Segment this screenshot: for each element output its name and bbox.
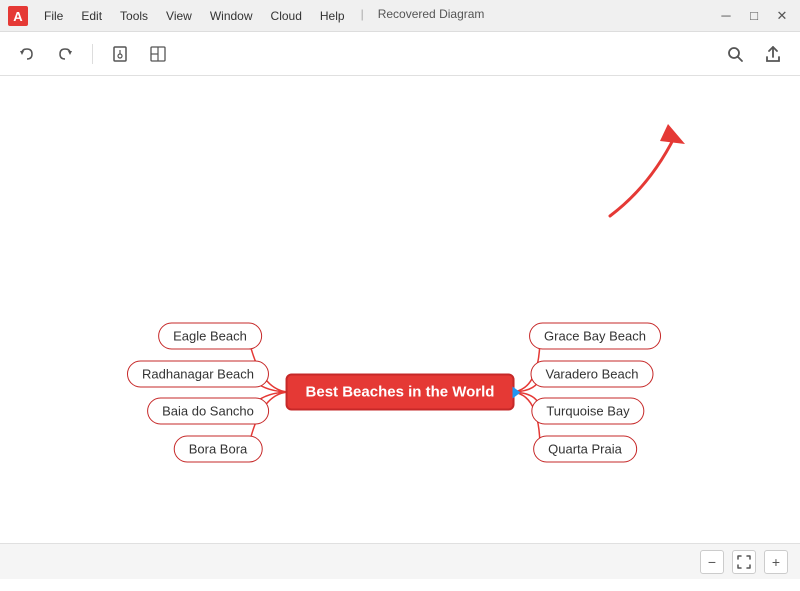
menu-window[interactable]: Window <box>202 7 261 25</box>
node-varadero-beach[interactable]: Varadero Beach <box>531 361 654 388</box>
menu-help[interactable]: Help <box>312 7 353 25</box>
undo-icon <box>18 45 36 63</box>
node-turquoise-bay[interactable]: Turquoise Bay <box>531 398 644 425</box>
toolbar <box>0 32 800 76</box>
menu-tools[interactable]: Tools <box>112 7 156 25</box>
close-button[interactable]: ✕ <box>772 6 792 26</box>
redo-button[interactable] <box>50 39 80 69</box>
search-button[interactable] <box>720 39 750 69</box>
divider: | <box>361 7 364 25</box>
fit-screen-icon <box>736 554 752 570</box>
page-button[interactable] <box>105 39 135 69</box>
zoom-out-button[interactable]: − <box>700 550 724 574</box>
node-bora-bora[interactable]: Bora Bora <box>174 436 263 463</box>
toolbar-separator <box>92 44 93 64</box>
app-logo: A <box>8 6 28 26</box>
layout-button[interactable] <box>143 39 173 69</box>
node-quarta-praia[interactable]: Quarta Praia <box>533 436 637 463</box>
redo-icon <box>56 45 74 63</box>
share-button[interactable] <box>758 39 788 69</box>
titlebar: A File Edit Tools View Window Cloud Help… <box>0 0 800 32</box>
toolbar-right <box>720 39 788 69</box>
node-radhanagar-beach[interactable]: Radhanagar Beach <box>127 361 269 388</box>
undo-button[interactable] <box>12 39 42 69</box>
node-baia-do-sancho[interactable]: Baia do Sancho <box>147 398 269 425</box>
menu-cloud[interactable]: Cloud <box>263 7 310 25</box>
zoom-fit-button[interactable] <box>732 550 756 574</box>
zoom-in-button[interactable]: + <box>764 550 788 574</box>
search-icon <box>726 45 744 63</box>
menu-edit[interactable]: Edit <box>73 7 110 25</box>
center-node[interactable]: Best Beaches in the World <box>286 374 515 411</box>
page-icon <box>111 45 129 63</box>
window-controls: ─ □ ✕ <box>716 6 792 26</box>
bottombar: − + <box>0 543 800 579</box>
node-grace-bay-beach[interactable]: Grace Bay Beach <box>529 323 661 350</box>
layout-icon <box>149 45 167 63</box>
share-icon <box>764 45 782 63</box>
node-eagle-beach[interactable]: Eagle Beach <box>158 323 262 350</box>
mindmap-connections <box>0 76 800 579</box>
minimize-button[interactable]: ─ <box>716 6 736 26</box>
menu-bar: File Edit Tools View Window Cloud Help |… <box>36 7 716 25</box>
svg-text:A: A <box>13 9 23 24</box>
menu-view[interactable]: View <box>158 7 200 25</box>
maximize-button[interactable]: □ <box>744 6 764 26</box>
canvas[interactable]: Best Beaches in the World Eagle Beach Ra… <box>0 76 800 579</box>
diagram-title: Recovered Diagram <box>378 7 485 25</box>
menu-file[interactable]: File <box>36 7 71 25</box>
